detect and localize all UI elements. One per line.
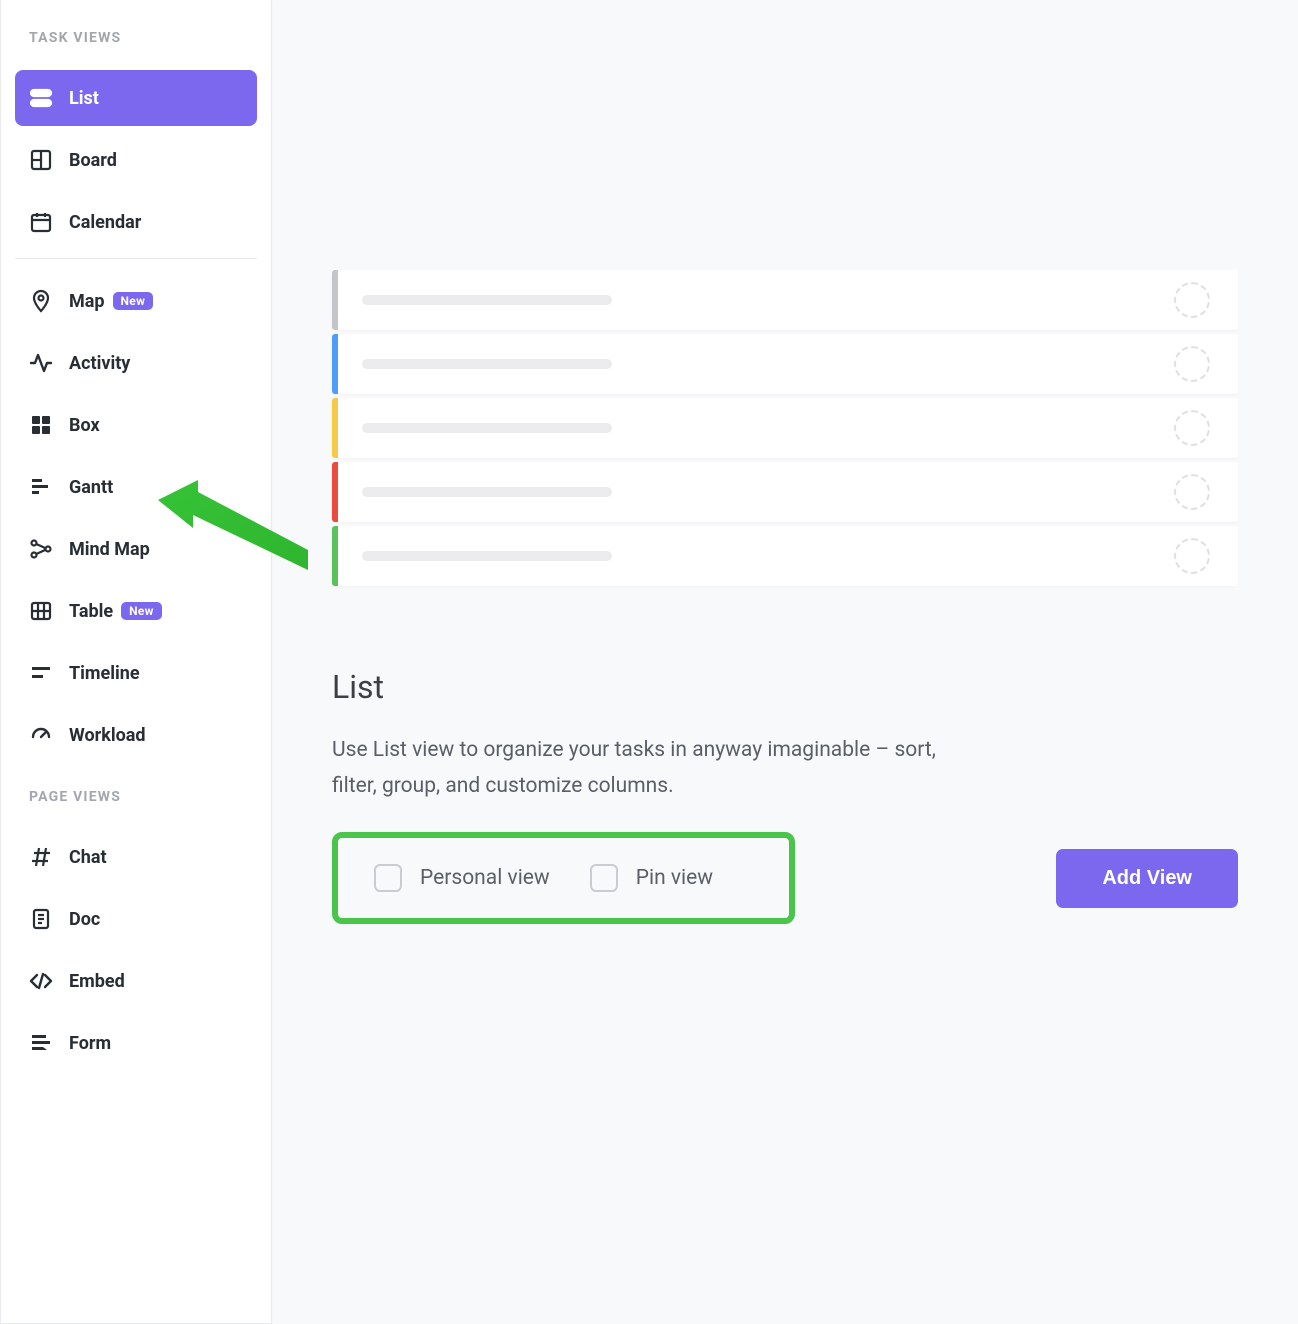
form-icon: [29, 1031, 53, 1055]
placeholder-avatar: [1174, 282, 1210, 318]
placeholder-bar: [362, 295, 612, 305]
sidebar-item-label: Form: [69, 1033, 111, 1054]
sidebar-item-label: Map: [69, 291, 105, 312]
box-icon: [29, 413, 53, 437]
new-badge: New: [113, 292, 154, 310]
sidebar-item-label: Mind Map: [69, 539, 150, 560]
sidebar-item-timeline[interactable]: Timeline: [15, 645, 257, 701]
timeline-icon: [29, 661, 53, 685]
placeholder-avatar: [1174, 538, 1210, 574]
sidebar-item-activity[interactable]: Activity: [15, 335, 257, 391]
placeholder-avatar: [1174, 346, 1210, 382]
sidebar-item-chat[interactable]: Chat: [15, 829, 257, 885]
code-icon: [29, 969, 53, 993]
new-badge: New: [121, 602, 162, 620]
preview-row: [332, 526, 1238, 586]
list-icon: [29, 86, 53, 110]
sidebar-item-calendar[interactable]: Calendar: [15, 194, 257, 250]
board-icon: [29, 148, 53, 172]
sidebar-item-label: Table: [69, 601, 113, 622]
checkbox-personal[interactable]: [374, 864, 402, 892]
sidebar-item-embed[interactable]: Embed: [15, 953, 257, 1009]
checkbox-pin[interactable]: [590, 864, 618, 892]
activity-icon: [29, 351, 53, 375]
view-options-highlight: Personal view Pin view: [332, 832, 795, 924]
sidebar-item-label: Doc: [69, 909, 100, 930]
workload-icon: [29, 723, 53, 747]
preview-row: [332, 334, 1238, 394]
calendar-icon: [29, 210, 53, 234]
placeholder-avatar: [1174, 410, 1210, 446]
gantt-icon: [29, 475, 53, 499]
sidebar-item-doc[interactable]: Doc: [15, 891, 257, 947]
sidebar-item-label: Workload: [69, 725, 146, 746]
sidebar-item-box[interactable]: Box: [15, 397, 257, 453]
sidebar-item-form[interactable]: Form: [15, 1015, 257, 1071]
sidebar: TASK VIEWS List Board: [0, 0, 272, 1324]
sidebar-item-table[interactable]: Table New: [15, 583, 257, 639]
sidebar-item-workload[interactable]: Workload: [15, 707, 257, 763]
sidebar-item-map[interactable]: Map New: [15, 273, 257, 329]
preview-row: [332, 398, 1238, 458]
sidebar-item-label: Board: [69, 150, 117, 171]
view-description: Use List view to organize your tasks in …: [332, 732, 982, 804]
placeholder-bar: [362, 423, 612, 433]
placeholder-avatar: [1174, 474, 1210, 510]
sidebar-item-gantt[interactable]: Gantt: [15, 459, 257, 515]
table-icon: [29, 599, 53, 623]
mindmap-icon: [29, 537, 53, 561]
doc-icon: [29, 907, 53, 931]
view-title: List: [332, 668, 1238, 706]
sidebar-item-label: Timeline: [69, 663, 140, 684]
add-view-button[interactable]: Add View: [1056, 849, 1238, 908]
hash-icon: [29, 845, 53, 869]
sidebar-item-label: Activity: [69, 353, 130, 374]
sidebar-item-label: Chat: [69, 847, 107, 868]
pin-view-option[interactable]: Pin view: [590, 864, 713, 892]
sidebar-item-label: Box: [69, 415, 100, 436]
list-preview: [332, 270, 1238, 586]
placeholder-bar: [362, 487, 612, 497]
sidebar-item-list[interactable]: List: [15, 70, 257, 126]
sidebar-item-label: Gantt: [69, 477, 113, 498]
option-label: Personal view: [420, 866, 550, 890]
placeholder-bar: [362, 551, 612, 561]
option-label: Pin view: [636, 866, 713, 890]
sidebar-item-mindmap[interactable]: Mind Map: [15, 521, 257, 577]
footer-row: Personal view Pin view Add View: [332, 832, 1238, 924]
sidebar-item-label: List: [69, 88, 99, 109]
placeholder-bar: [362, 359, 612, 369]
map-pin-icon: [29, 289, 53, 313]
main-panel: List Use List view to organize your task…: [272, 0, 1298, 1324]
section-title-task-views: TASK VIEWS: [15, 24, 257, 70]
section-title-page-views: PAGE VIEWS: [15, 769, 257, 829]
sidebar-item-label: Embed: [69, 971, 125, 992]
divider: [15, 258, 257, 259]
sidebar-item-label: Calendar: [69, 212, 141, 233]
sidebar-item-board[interactable]: Board: [15, 132, 257, 188]
preview-row: [332, 270, 1238, 330]
personal-view-option[interactable]: Personal view: [374, 864, 550, 892]
preview-row: [332, 462, 1238, 522]
